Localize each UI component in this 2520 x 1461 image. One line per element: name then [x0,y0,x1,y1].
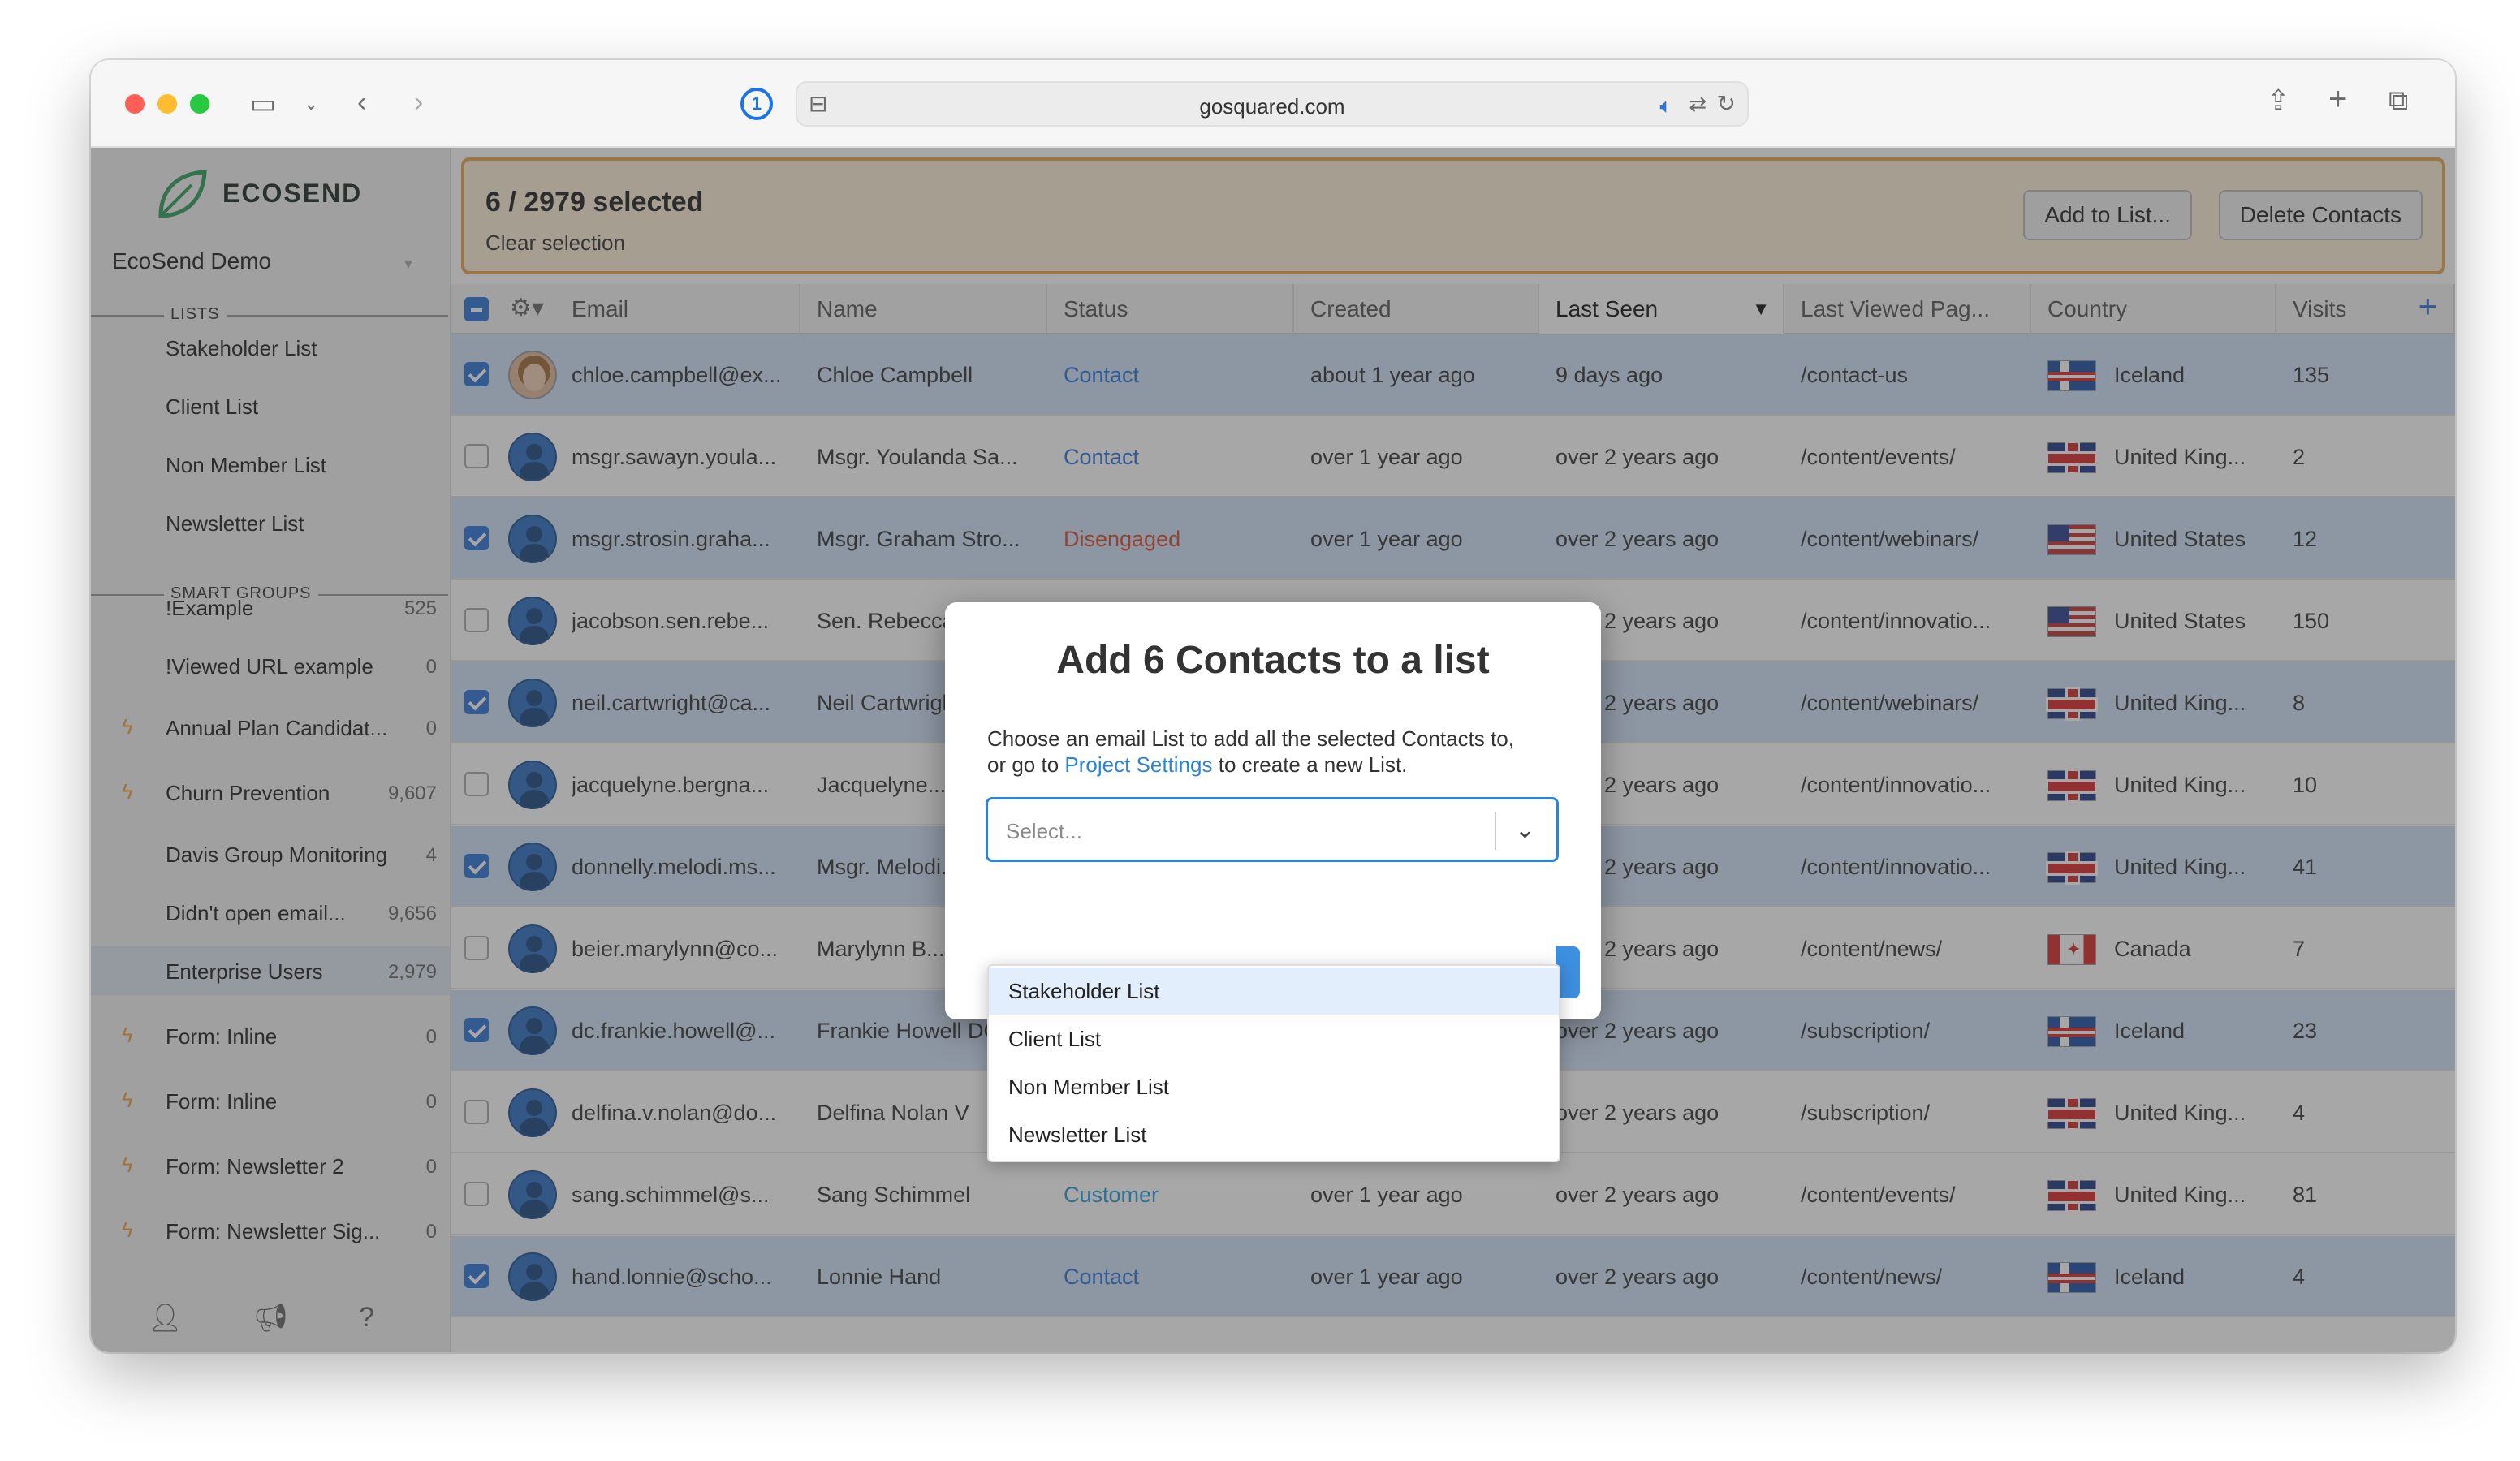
dropdown-option[interactable]: Stakeholder List [989,968,1559,1015]
back-icon[interactable]: ‹ [357,86,366,119]
modal-description-line-1: Choose an email List to add all the sele… [987,726,1514,751]
audio-icon[interactable]: 🔈︎ [1659,89,1672,122]
dropdown-option[interactable]: Client List [989,1015,1559,1062]
browser-window: ▭ ⌄ ‹ › 1 ⊟ gosquared.com 🔈︎ ⇄ ↻ ⇪ + ⧉ E… [91,60,2455,1352]
minimize-window-button[interactable] [158,94,177,114]
modal-description-line-2-end: to create a new List. [1212,752,1408,777]
modal-description-line-2: or go to [987,752,1065,777]
add-to-list-modal: Add 6 Contacts to a list Choose an email… [945,602,1601,1019]
modal-title: Add 6 Contacts to a list [1056,639,1490,682]
new-tab-icon[interactable]: + [2328,83,2347,115]
password-manager-icon[interactable]: 1 [740,88,773,120]
project-settings-link[interactable]: Project Settings [1064,752,1212,777]
dropdown-option[interactable]: Non Member List [989,1063,1559,1110]
share-icon[interactable]: ⇪ [2267,84,2290,117]
browser-titlebar: ▭ ⌄ ‹ › 1 ⊟ gosquared.com 🔈︎ ⇄ ↻ ⇪ + ⧉ [91,60,2455,148]
translate-icon[interactable]: ⇄ [1689,88,1707,120]
chevron-down-icon[interactable]: ⌄ [1515,816,1535,844]
list-select[interactable]: Select... ⌄ [986,797,1559,862]
list-dropdown-menu: Stakeholder List Client List Non Member Li… [987,964,1560,1162]
select-separator [1495,812,1496,850]
modal-description: Choose an email List to add all the sele… [987,726,1569,778]
url-text: gosquared.com [1199,94,1345,119]
dropdown-option[interactable]: Newsletter List [989,1111,1559,1158]
reload-icon[interactable]: ↻ [1717,88,1736,120]
close-window-button[interactable] [125,94,145,114]
sidebar-toggle-icon[interactable]: ▭ [250,88,276,120]
tab-overview-icon[interactable]: ⧉ [2388,84,2408,117]
chevron-down-icon[interactable]: ⌄ [304,88,318,120]
list-select-placeholder: Select... [1006,819,1082,843]
app-area: ECOSEND EcoSend Demo ▾ LISTS Stakeholder… [91,148,2455,1352]
zoom-window-button[interactable] [190,94,209,114]
address-bar[interactable]: ⊟ gosquared.com 🔈︎ ⇄ ↻ [796,81,1749,127]
forward-icon[interactable]: › [414,86,423,119]
